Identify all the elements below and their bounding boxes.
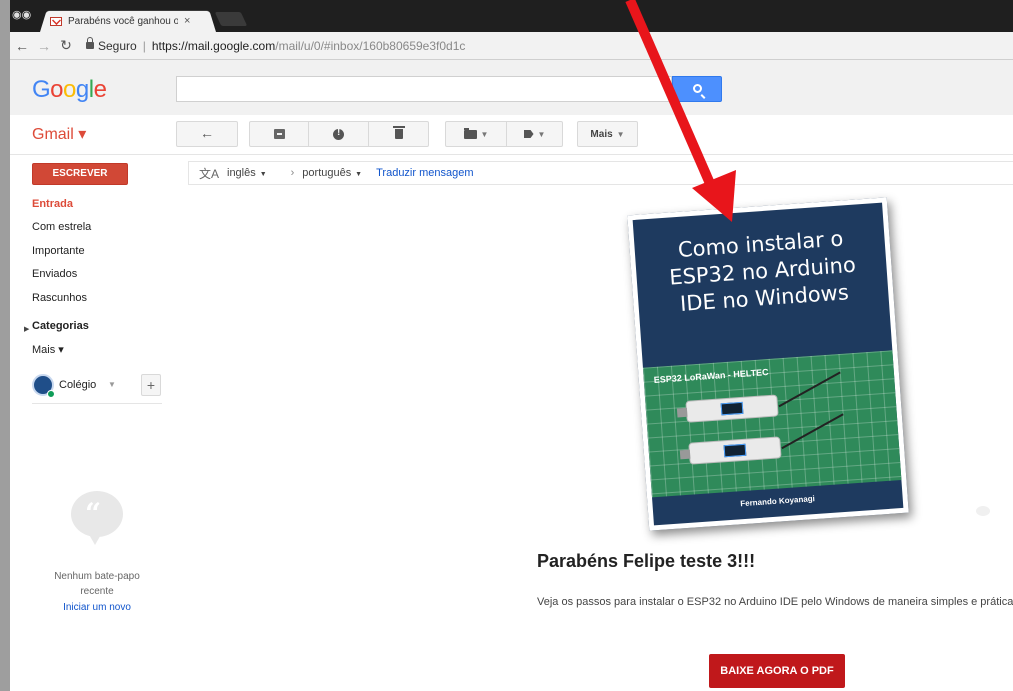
logo-letter: G	[32, 76, 51, 103]
labels-button[interactable]: ▼	[506, 121, 563, 147]
ebook-cover-image[interactable]: Como instalar o ESP32 no Arduino IDE no …	[627, 197, 909, 531]
tab-title: Parabéns você ganhou o	[68, 15, 178, 27]
online-status-icon	[47, 390, 55, 398]
url-host: https://mail.google.com	[151, 38, 276, 53]
chevron-down-icon: ▼	[353, 171, 363, 178]
photo-caption: ESP32 LoRaWan - HELTEC	[653, 366, 769, 385]
quote-icon: “	[85, 497, 102, 530]
sidebar-item-more[interactable]: Mais ▾	[32, 343, 64, 356]
target-language: português	[302, 167, 352, 179]
expand-triangle-icon[interactable]: ▶	[24, 325, 29, 333]
report-spam-icon	[333, 127, 344, 140]
logo-letter: e	[93, 76, 107, 103]
book-title: Como instalar o ESP32 no Arduino IDE no …	[668, 226, 857, 316]
forward-arrow-icon[interactable]: →	[34, 38, 54, 54]
gmail-menu[interactable]: Gmail ▾	[32, 124, 86, 144]
chevron-down-icon: ▼	[108, 380, 116, 389]
chevron-down-icon: ▼	[257, 171, 267, 178]
compose-button[interactable]: ESCREVER	[32, 163, 128, 185]
sidebar-item-categories[interactable]: Categorias	[32, 320, 89, 332]
address-bar: ← → ↻ Seguro | https://mail.google.com/m…	[10, 32, 1013, 60]
target-language-select[interactable]: português ▼	[302, 167, 362, 179]
start-new-chat-link[interactable]: Iniciar um novo	[40, 602, 154, 613]
source-language: inglês	[227, 167, 256, 179]
delete-button[interactable]	[368, 121, 429, 147]
email-body: Veja os passos para instalar o ESP32 no …	[537, 596, 1013, 608]
reload-icon[interactable]: ↻	[56, 37, 76, 54]
sidebar-item-drafts[interactable]: Rascunhos	[32, 292, 87, 304]
back-arrow-icon[interactable]: ←	[12, 38, 32, 54]
back-arrow-icon	[200, 125, 214, 141]
url-path: /mail/u/0/#inbox/160b80659e3f0d1c	[275, 38, 466, 53]
image-download-hint	[976, 506, 990, 516]
translate-icon: 文A	[199, 166, 220, 181]
report-spam-button[interactable]	[308, 121, 369, 147]
incognito-icon: ◉◉	[12, 9, 32, 21]
account-name: Colégio	[59, 379, 97, 391]
new-chat-plus-button[interactable]: +	[141, 374, 161, 396]
translate-message-link[interactable]: Traduzir mensagem	[376, 167, 473, 179]
download-pdf-button[interactable]: BAIXE AGORA O PDF	[709, 654, 845, 688]
logo-letter: o	[63, 76, 76, 103]
browser-window: ◉◉ Parabéns você ganhou o × ← → ↻ Seguro…	[10, 0, 1013, 691]
chevron-down-icon: ▼	[537, 129, 546, 139]
label-icon	[523, 130, 534, 138]
esp32-board-photo: ESP32 LoRaWan - HELTEC	[642, 350, 902, 498]
archive-icon	[273, 129, 285, 139]
arrow-right-icon: ›	[290, 167, 295, 179]
sidebar-item-important[interactable]: Importante	[32, 245, 85, 257]
logo-letter: o	[50, 76, 64, 103]
chevron-down-icon: ▼	[480, 129, 489, 139]
url-field[interactable]: https://mail.google.com/mail/u/0/#inbox/…	[152, 39, 466, 53]
move-to-button[interactable]: ▼	[445, 121, 507, 147]
back-to-inbox-button[interactable]	[176, 121, 238, 147]
sidebar-divider	[32, 403, 162, 404]
no-chats-text: Nenhum bate-papo	[54, 571, 140, 582]
archive-button[interactable]	[249, 121, 309, 147]
translate-bar: 文A inglês ▼ › português ▼ Traduzir mensa…	[188, 161, 1013, 185]
trash-icon	[392, 126, 405, 139]
esp32-board	[679, 413, 844, 465]
esp32-board	[676, 371, 841, 423]
lock-icon	[86, 37, 94, 49]
secure-label[interactable]: Seguro	[98, 39, 137, 53]
chat-bubble-icon: “	[71, 491, 123, 545]
source-language-select[interactable]: inglês ▼	[227, 167, 267, 179]
email-heading: Parabéns Felipe teste 3!!!	[537, 551, 756, 571]
logo-letter: g	[75, 76, 89, 103]
no-chats-text-2: recente	[80, 586, 114, 597]
google-logo[interactable]: Google	[32, 76, 107, 104]
search-input[interactable]	[176, 76, 672, 102]
browser-tab-content[interactable]: Parabéns você ganhou o ×	[50, 11, 210, 31]
sidebar-item-inbox[interactable]: Entrada	[32, 198, 73, 210]
gmail-favicon-icon	[50, 16, 62, 26]
sidebar-item-starred[interactable]: Com estrela	[32, 221, 91, 233]
folder-icon	[463, 127, 477, 139]
annotation-arrow-icon	[625, 0, 736, 222]
tab-close-icon[interactable]: ×	[184, 15, 190, 27]
sidebar-item-sent[interactable]: Enviados	[32, 268, 77, 280]
url-separator: |	[142, 38, 146, 53]
